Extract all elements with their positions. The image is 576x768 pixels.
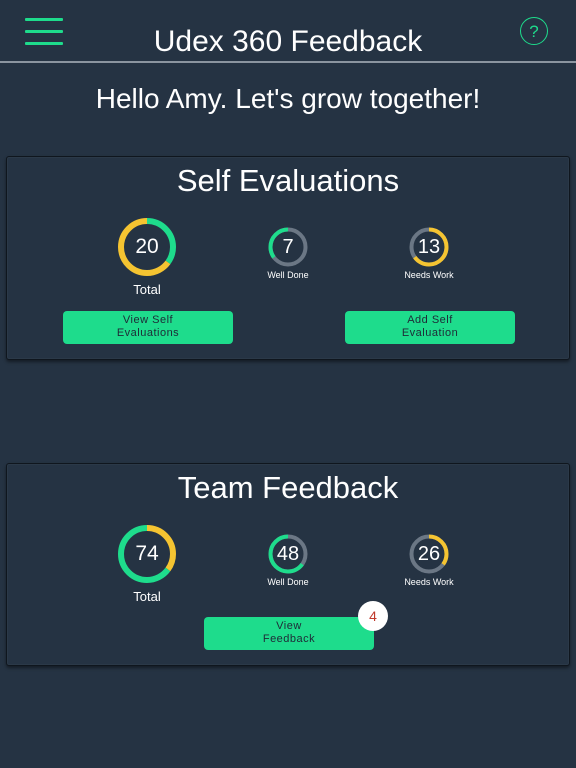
app-header: Udex 360 Feedback ? (0, 0, 576, 64)
team-total-value: 74 (135, 542, 159, 565)
team-needs-work-label: Needs Work (404, 577, 454, 587)
greeting-text: Hello Amy. Let's grow together! (95, 83, 481, 114)
self-needs-work-ring: 13 (409, 227, 449, 267)
team-feedback-card: Team Feedback 74 Total 48 Well Done 26 N… (6, 463, 570, 666)
add-self-evaluation-line2: Evaluation (401, 327, 459, 339)
team-needs-work-value: 26 (417, 543, 441, 565)
self-total-value: 20 (135, 235, 159, 258)
view-self-evaluations-line2: Evaluations (116, 327, 180, 339)
self-evaluations-title: Self Evaluations (176, 163, 400, 198)
team-total-label: Total (133, 589, 161, 604)
team-feedback-title: Team Feedback (177, 470, 399, 505)
self-needs-work-label: Needs Work (404, 270, 454, 280)
team-total-ring: 74 (117, 524, 177, 584)
self-well-done-ring: 7 (268, 227, 308, 267)
feedback-count-badge: 4 (358, 601, 388, 631)
team-well-done-label: Well Done (267, 577, 309, 587)
self-total-label: Total (133, 282, 161, 297)
add-self-evaluation-line1: Add Self (407, 314, 453, 326)
help-icon[interactable]: ? (520, 17, 548, 45)
team-well-done-value: 48 (276, 543, 300, 565)
add-self-evaluation-button[interactable]: Add Self Evaluation (345, 311, 515, 344)
header-divider (0, 61, 576, 63)
self-total-ring: 20 (117, 217, 177, 277)
app-title: Udex 360 Feedback (153, 25, 423, 58)
team-needs-work-ring: 26 (409, 534, 449, 574)
view-self-evaluations-button[interactable]: View Self Evaluations (63, 311, 233, 344)
view-feedback-line2: Feedback (262, 633, 316, 645)
self-evaluations-card: Self Evaluations 20 Total 7 Well Done 13… (6, 156, 570, 360)
self-needs-work-value: 13 (417, 236, 441, 258)
view-self-evaluations-line1: View Self (122, 314, 174, 326)
team-well-done-ring: 48 (268, 534, 308, 574)
self-well-done-label: Well Done (267, 270, 309, 280)
view-feedback-line1: View (276, 620, 302, 632)
view-feedback-button[interactable]: View Feedback (204, 617, 374, 650)
self-well-done-value: 7 (282, 236, 294, 258)
